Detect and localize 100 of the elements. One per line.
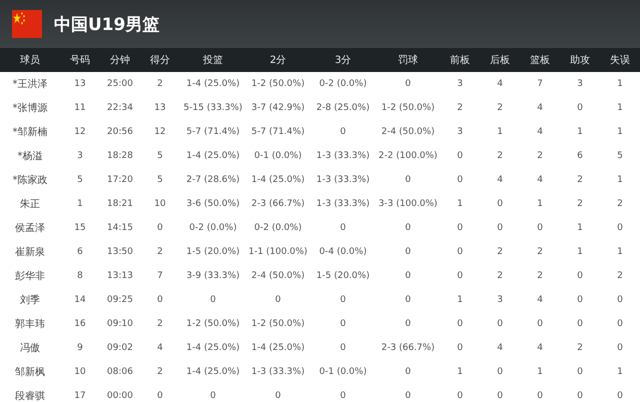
table-cell-text: 1-2 (50.0%) (250, 319, 306, 329)
table-cell-text: 1 (456, 295, 464, 305)
table-cell-text: 2 (616, 271, 624, 281)
table-cell-text: 10 (153, 199, 167, 209)
table-cell-text: 0 (456, 151, 464, 161)
table-cell-text: 0 (576, 103, 584, 113)
table-cell-text: 3 (456, 127, 464, 137)
player-name: 侯孟泽 (14, 222, 46, 235)
table-cell-text: 0 (616, 343, 624, 353)
table-cell-text: 0 (456, 271, 464, 281)
table-cell-text: 3 (456, 79, 464, 89)
table-cell-text: 6 (76, 247, 84, 257)
table-cell-text: 5 (156, 151, 164, 161)
column-header: 前板 (449, 54, 471, 67)
table-cell-text: 7 (156, 271, 164, 281)
player-name: *张博源 (12, 102, 48, 115)
team-title: 中国U19男篮 (54, 14, 160, 36)
table-cell-text: 1-4 (25.0%) (250, 343, 306, 353)
table-cell-text: 2-4 (50.0%) (250, 271, 306, 281)
table-cell-text: 2 (156, 367, 164, 377)
table-cell-text: 1-4 (25.0%) (250, 175, 306, 185)
table-cell-text: 3-9 (33.3%) (185, 271, 241, 281)
table-cell-text: 0 (274, 391, 282, 401)
table-cell-text: 1 (536, 199, 544, 209)
table-cell-text: 0 (209, 391, 217, 401)
table-cell-text: 4 (496, 175, 504, 185)
table-cell-text: 0 (496, 319, 504, 329)
table-cell-text: 2 (576, 199, 584, 209)
table-cell-text: 0 (339, 223, 347, 233)
table-cell-text: 1 (576, 247, 584, 257)
table-cell-text: 13:13 (106, 271, 134, 281)
table-cell-text: 2 (156, 247, 164, 257)
table-cell-text: 0 (616, 319, 624, 329)
table-cell-text: 2 (536, 271, 544, 281)
table-cell-text: 0 (456, 391, 464, 401)
table-cell-text: 2 (576, 175, 584, 185)
table-cell-text: 0 (156, 391, 164, 401)
column-header: 2分 (268, 54, 288, 67)
table-cell-text: 0 (404, 247, 412, 257)
table-cell-text: 0 (496, 223, 504, 233)
table-cell-text: 0-2 (0.0%) (253, 223, 303, 233)
table-cell-text: 13 (153, 103, 167, 113)
table-cell-text: 12 (73, 127, 87, 137)
player-name: 段睿骐 (14, 390, 46, 402)
player-name: 邹新枫 (14, 366, 46, 379)
player-name: 刘季 (19, 294, 41, 307)
column-header: 3分 (334, 54, 352, 67)
table-cell-text: 0 (274, 295, 282, 305)
table-cell-text: 0 (496, 199, 504, 209)
table-cell-text: 0 (496, 367, 504, 377)
table-cell-text: 1-2 (50.0%) (380, 103, 436, 113)
table-cell-text: 0 (156, 223, 164, 233)
table-cell-text: 2-8 (25.0%) (315, 103, 371, 113)
table-cell-text: 0 (616, 223, 624, 233)
table-cell-text: 1 (576, 127, 584, 137)
table-cell-text: 1-5 (20.0%) (315, 271, 371, 281)
table-cell-text: 1 (576, 223, 584, 233)
player-name: *邹新楠 (12, 126, 48, 139)
table-cell-text: 5-7 (71.4%) (185, 127, 241, 137)
table-cell-text: 0 (404, 319, 412, 329)
table-cell-text: 0 (576, 367, 584, 377)
table-cell-text: 0 (404, 271, 412, 281)
player-name: *王洪泽 (12, 78, 48, 91)
player-name: *杨溢 (16, 150, 44, 163)
table-cell-text: 4 (536, 103, 544, 113)
table-cell-text: 2 (496, 271, 504, 281)
table-cell-text: 1-3 (33.3%) (315, 199, 371, 209)
table-cell-text: 0 (404, 175, 412, 185)
table-cell-text: 1-4 (25.0%) (185, 343, 241, 353)
table-cell-text: 17:20 (106, 175, 134, 185)
column-header: 篮板 (529, 54, 551, 67)
table-cell-text: 1-4 (25.0%) (185, 79, 241, 89)
table-cell-text: 25:00 (106, 79, 134, 89)
table-cell-text: 0-1 (0.0%) (253, 151, 303, 161)
column-header: 得分 (149, 54, 171, 67)
table-cell-text: 6 (576, 151, 584, 161)
table-cell-text: 0-2 (0.0%) (318, 79, 368, 89)
table-cell-text: 1-3 (33.3%) (250, 367, 306, 377)
player-name: *陈家政 (12, 174, 48, 187)
table-cell-text: 0 (536, 391, 544, 401)
table-cell-text: 2 (496, 151, 504, 161)
table-cell-text: 8 (76, 271, 84, 281)
table-cell-text: 0-1 (0.0%) (318, 367, 368, 377)
table-cell-text: 13 (73, 79, 87, 89)
table-cell-text: 1-2 (50.0%) (185, 319, 241, 329)
column-header: 助攻 (569, 54, 591, 67)
table-cell-text: 0 (456, 319, 464, 329)
table-cell-text: 09:02 (106, 343, 134, 353)
table-cell-text: 09:10 (106, 319, 134, 329)
table-cell-text: 18:28 (106, 151, 134, 161)
table-cell-text: 0 (576, 319, 584, 329)
column-header: 号码 (69, 54, 91, 67)
table-cell-text: 0 (339, 295, 347, 305)
table-cell-text: 1-2 (50.0%) (250, 79, 306, 89)
table-cell-text: 15 (73, 223, 87, 233)
table-cell-text: 4 (536, 295, 544, 305)
player-name: 崔新泉 (14, 246, 46, 259)
table-cell-text: 5 (616, 151, 624, 161)
table-cell-text: 0 (404, 223, 412, 233)
table-cell-text: 9 (76, 343, 84, 353)
